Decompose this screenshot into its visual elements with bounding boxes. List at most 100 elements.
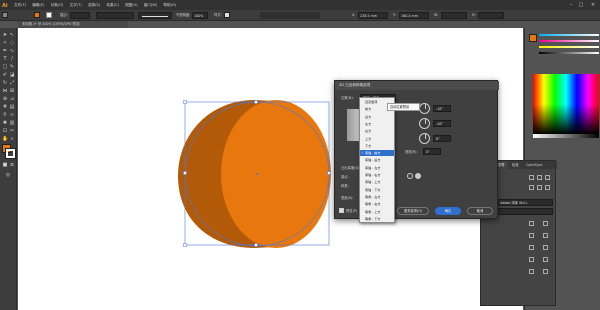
x-axis-dial-icon[interactable] [419, 103, 430, 114]
preset-option[interactable]: 下方 [360, 143, 394, 149]
preview-checkbox[interactable] [339, 208, 344, 213]
scale-tool-icon[interactable]: ⤢ [9, 80, 15, 86]
stroke-color-box[interactable] [5, 148, 16, 159]
direct-selection-tool-icon[interactable]: ↖ [9, 32, 15, 38]
stroke-swatch[interactable] [46, 12, 52, 18]
menu-window[interactable]: 窗口(W) [144, 0, 158, 10]
drawing-mode-icon[interactable]: ◎ [5, 172, 11, 178]
handle-top-left[interactable] [183, 100, 187, 104]
curvature-tool-icon[interactable]: ∿ [9, 48, 15, 54]
slice-tool-icon[interactable]: ✂ [9, 128, 15, 134]
align-left-icon[interactable] [529, 175, 534, 180]
ok-button[interactable]: 确定 [435, 207, 461, 215]
line-tool-icon[interactable]: / [9, 56, 15, 62]
pen-tool-icon[interactable]: ✒ [2, 48, 8, 54]
menu-view[interactable]: 视图(V) [125, 0, 137, 10]
z-axis-dial-icon[interactable] [419, 133, 430, 144]
width-tool-icon[interactable]: ⋈ [2, 88, 8, 94]
menu-select[interactable]: 选择(S) [88, 0, 100, 10]
cancel-button[interactable]: 取消 [467, 207, 493, 215]
perspective-grid-tool-icon[interactable]: ⊿ [9, 96, 15, 102]
perspective-field[interactable]: 0° [423, 148, 441, 155]
hand-tool-icon[interactable]: ✋ [2, 136, 8, 142]
close-button[interactable]: × [590, 2, 596, 8]
x-field[interactable]: 228.5 mm [358, 12, 388, 19]
cyan-slider[interactable] [539, 34, 599, 36]
free-transform-tool-icon[interactable]: ⊞ [9, 88, 15, 94]
preset-option[interactable]: 等角 - 下方 [360, 216, 394, 222]
justify-all-icon[interactable] [545, 185, 550, 190]
graphic-style-swatch[interactable] [224, 12, 230, 18]
more-options-button[interactable]: 更多选项(O) [397, 207, 429, 215]
zoom-tool-icon[interactable]: ⌕ [9, 136, 15, 142]
tab-paragraph[interactable]: 段落 [509, 161, 522, 169]
handle-bottom[interactable] [254, 243, 258, 247]
minimize-button[interactable]: – [568, 2, 574, 8]
stroke-weight-field[interactable] [70, 12, 90, 19]
handle-top[interactable] [254, 100, 258, 104]
eraser-tool-icon[interactable]: ◪ [9, 72, 15, 78]
rectangle-tool-icon[interactable]: □ [2, 64, 8, 70]
variable-width-dropdown[interactable] [96, 12, 134, 19]
cap-on-icon[interactable] [407, 173, 413, 179]
justify-left-icon[interactable] [529, 185, 534, 190]
document-tab[interactable]: 未标题-1* @ 400% (CMYK/GPU 预览) [18, 21, 128, 28]
rotate-tool-icon[interactable]: ↻ [2, 80, 8, 86]
preset-option[interactable]: ✓ 离轴 - 前方 [360, 150, 394, 157]
maximize-button[interactable]: □ [578, 2, 584, 8]
strikethrough-icon[interactable] [543, 269, 548, 274]
yellow-slider[interactable] [539, 46, 599, 48]
blend-tool-icon[interactable]: ∞ [9, 112, 15, 118]
menu-edit[interactable]: 编辑(E) [32, 0, 44, 10]
fill-swatch[interactable] [34, 12, 40, 18]
x-rotation-field[interactable]: -18° [433, 105, 451, 112]
y-field[interactable]: 160.4 mm [399, 12, 429, 19]
color-mode-icon[interactable]: ■ [2, 162, 8, 168]
color-panel-fill[interactable] [529, 34, 537, 42]
shaper-tool-icon[interactable]: ✐ [2, 72, 8, 78]
preset-option[interactable]: 离轴 - 上方 [360, 179, 394, 185]
preset-option[interactable]: 等角 - 右方 [360, 201, 394, 207]
menu-file[interactable]: 文件(F) [14, 0, 26, 10]
preset-option[interactable]: 后方 [360, 114, 394, 120]
handle-bottom-left[interactable] [183, 243, 187, 247]
graph-tool-icon[interactable]: ▥ [9, 120, 15, 126]
z-rotation-field[interactable]: 8° [433, 135, 451, 142]
w-field[interactable] [441, 12, 467, 19]
color-spectrum[interactable] [533, 74, 599, 134]
eyedropper-tool-icon[interactable]: ⚲ [2, 112, 8, 118]
font-style-dropdown[interactable] [497, 208, 553, 215]
magenta-slider[interactable] [539, 40, 599, 42]
h-field[interactable] [478, 12, 504, 19]
align-right-icon[interactable] [545, 175, 550, 180]
preset-option[interactable]: 左方 [360, 121, 394, 127]
preset-option[interactable]: 离轴 - 右方 [360, 172, 394, 178]
handle-left[interactable] [183, 171, 187, 175]
cap-off-icon[interactable] [415, 173, 421, 179]
font-family-dropdown[interactable]: Adobe 宋体 Std L [497, 199, 553, 206]
magic-wand-tool-icon[interactable]: ✧ [2, 40, 8, 46]
preset-option[interactable]: 离轴 - 后方 [360, 157, 394, 163]
shape-builder-tool-icon[interactable]: ⊕ [2, 96, 8, 102]
menu-object[interactable]: 对象(O) [51, 0, 64, 10]
preset-option[interactable]: 离轴 - 左方 [360, 165, 394, 171]
gradient-tool-icon[interactable]: ▤ [9, 104, 15, 110]
preset-option[interactable]: 右方 [360, 128, 394, 134]
black-slider[interactable] [539, 52, 599, 54]
justify-center-icon[interactable] [537, 185, 542, 190]
menu-help[interactable]: 帮助(H) [163, 0, 176, 10]
menu-type[interactable]: 文字(T) [70, 0, 82, 10]
brush-dropdown[interactable] [138, 12, 172, 19]
y-axis-dial-icon[interactable] [419, 118, 430, 129]
artboard-tool-icon[interactable]: ⊡ [2, 128, 8, 134]
align-controls[interactable] [260, 12, 320, 19]
grayscale-bar[interactable] [533, 134, 599, 138]
align-center-icon[interactable] [537, 175, 542, 180]
y-rotation-field[interactable]: -26° [433, 120, 451, 127]
none-mode-icon[interactable]: ⧄ [9, 162, 15, 168]
handle-right[interactable] [327, 171, 331, 175]
underline-icon[interactable] [529, 269, 534, 274]
opacity-field[interactable]: 100% [192, 12, 208, 19]
lasso-tool-icon[interactable]: ◌ [9, 40, 15, 46]
tab-opentype[interactable]: OpenType [523, 161, 545, 169]
